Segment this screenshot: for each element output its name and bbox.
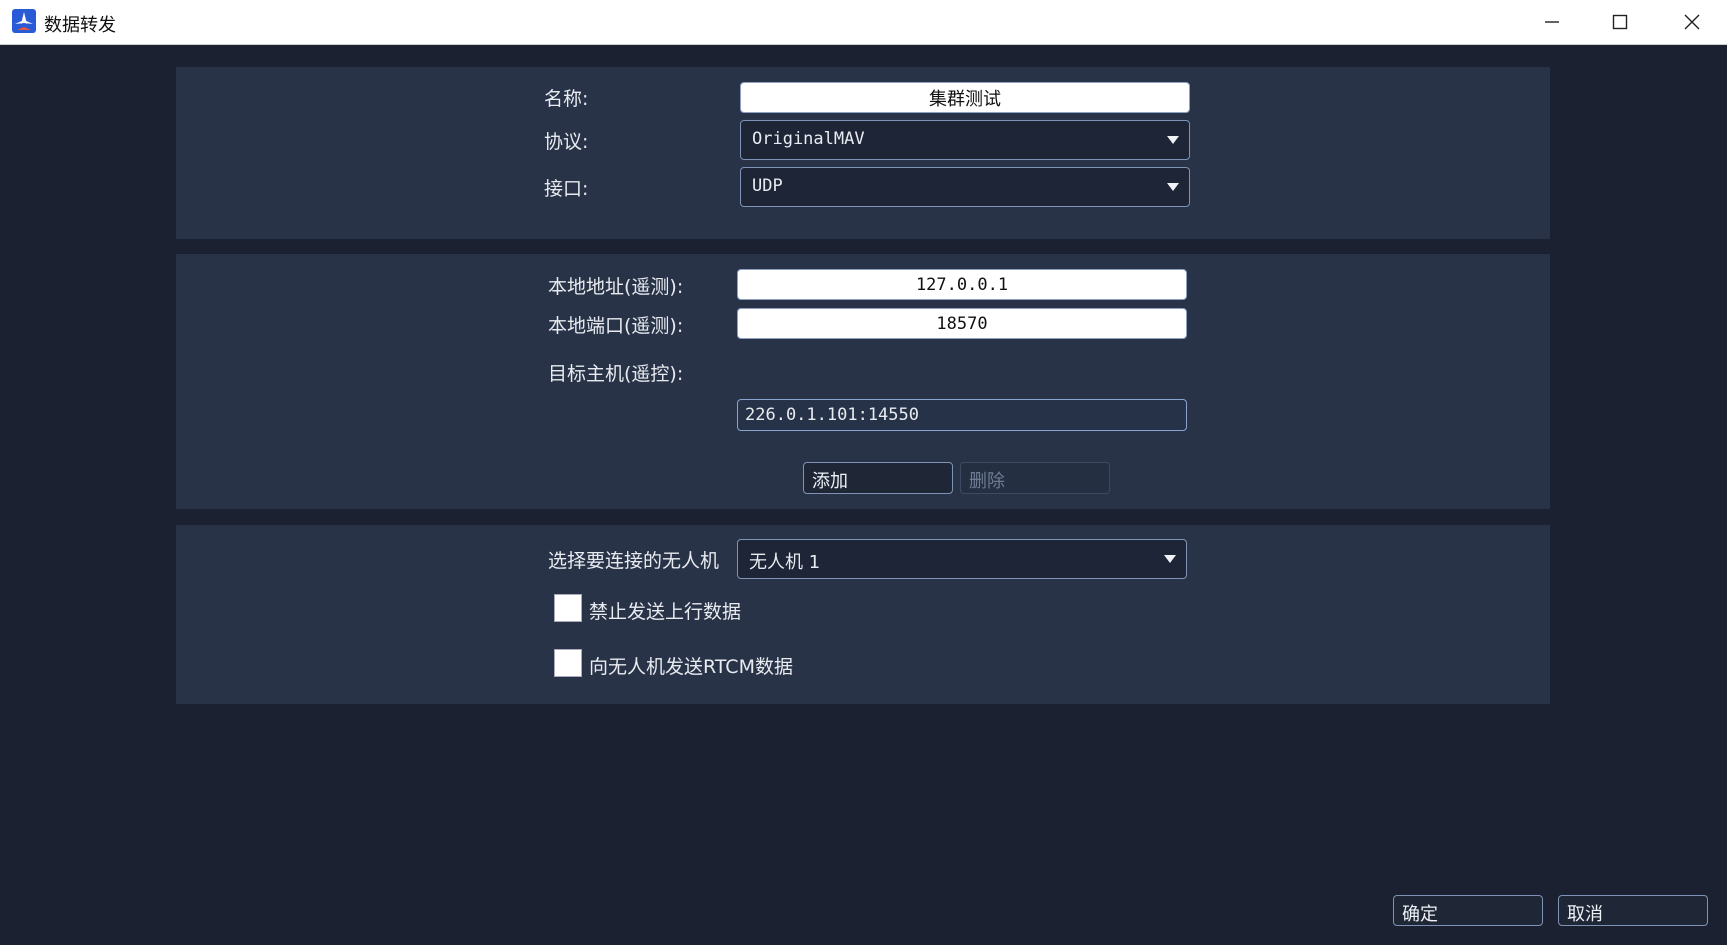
send-rtcm-checkbox[interactable] [554,649,582,677]
maximize-button[interactable] [1585,0,1655,44]
dialog-body: 名称: 协议: OriginalMAV 接口: UDP 本地地址(遥测): 本地… [4,45,1723,941]
dropdown-arrow-icon [1167,136,1179,144]
dropdown-arrow-icon [1164,555,1176,563]
app-logo-icon [12,9,36,33]
protocol-dropdown[interactable]: OriginalMAV [740,120,1190,160]
minimize-button[interactable] [1517,0,1587,44]
local-port-label: 本地端口(遥测): [548,315,684,337]
interface-selected-value: UDP [752,176,783,196]
name-label: 名称: [544,88,589,110]
send-rtcm-label: 向无人机发送RTCM数据 [589,656,793,678]
name-input[interactable] [740,82,1190,113]
uav-dropdown[interactable]: 无人机 1 [737,539,1187,579]
ok-button[interactable]: 确定 [1393,895,1543,926]
interface-dropdown[interactable]: UDP [740,167,1190,207]
add-button[interactable]: 添加 [803,462,953,494]
dropdown-arrow-icon [1167,183,1179,191]
local-address-label: 本地地址(遥测): [548,276,684,298]
close-button[interactable] [1657,0,1727,44]
maximize-icon [1612,14,1628,30]
local-port-input[interactable] [737,308,1187,339]
uav-selected-value: 无人机 1 [749,552,821,573]
target-host-input[interactable] [737,399,1187,431]
interface-label: 接口: [544,178,589,200]
target-host-label: 目标主机(遥控): [548,363,684,385]
uav-settings-panel: 选择要连接的无人机 无人机 1 禁止发送上行数据 向无人机发送RTCM数据 [176,525,1550,704]
window-title: 数据转发 [44,15,116,36]
protocol-selected-value: OriginalMAV [752,129,865,149]
select-uav-label: 选择要连接的无人机 [548,550,720,572]
disable-uplink-checkbox[interactable] [554,594,582,622]
protocol-label: 协议: [544,131,589,153]
disable-uplink-label: 禁止发送上行数据 [589,601,742,623]
minimize-icon [1545,21,1559,23]
network-settings-panel: 本地地址(遥测): 本地端口(遥测): 目标主机(遥控): 添加 删除 [176,254,1550,509]
cancel-button[interactable]: 取消 [1558,895,1708,926]
title-bar: 数据转发 [0,0,1727,45]
local-address-input[interactable] [737,269,1187,300]
close-icon [1684,14,1700,30]
general-settings-panel: 名称: 协议: OriginalMAV 接口: UDP [176,67,1550,239]
delete-button[interactable]: 删除 [960,462,1110,494]
